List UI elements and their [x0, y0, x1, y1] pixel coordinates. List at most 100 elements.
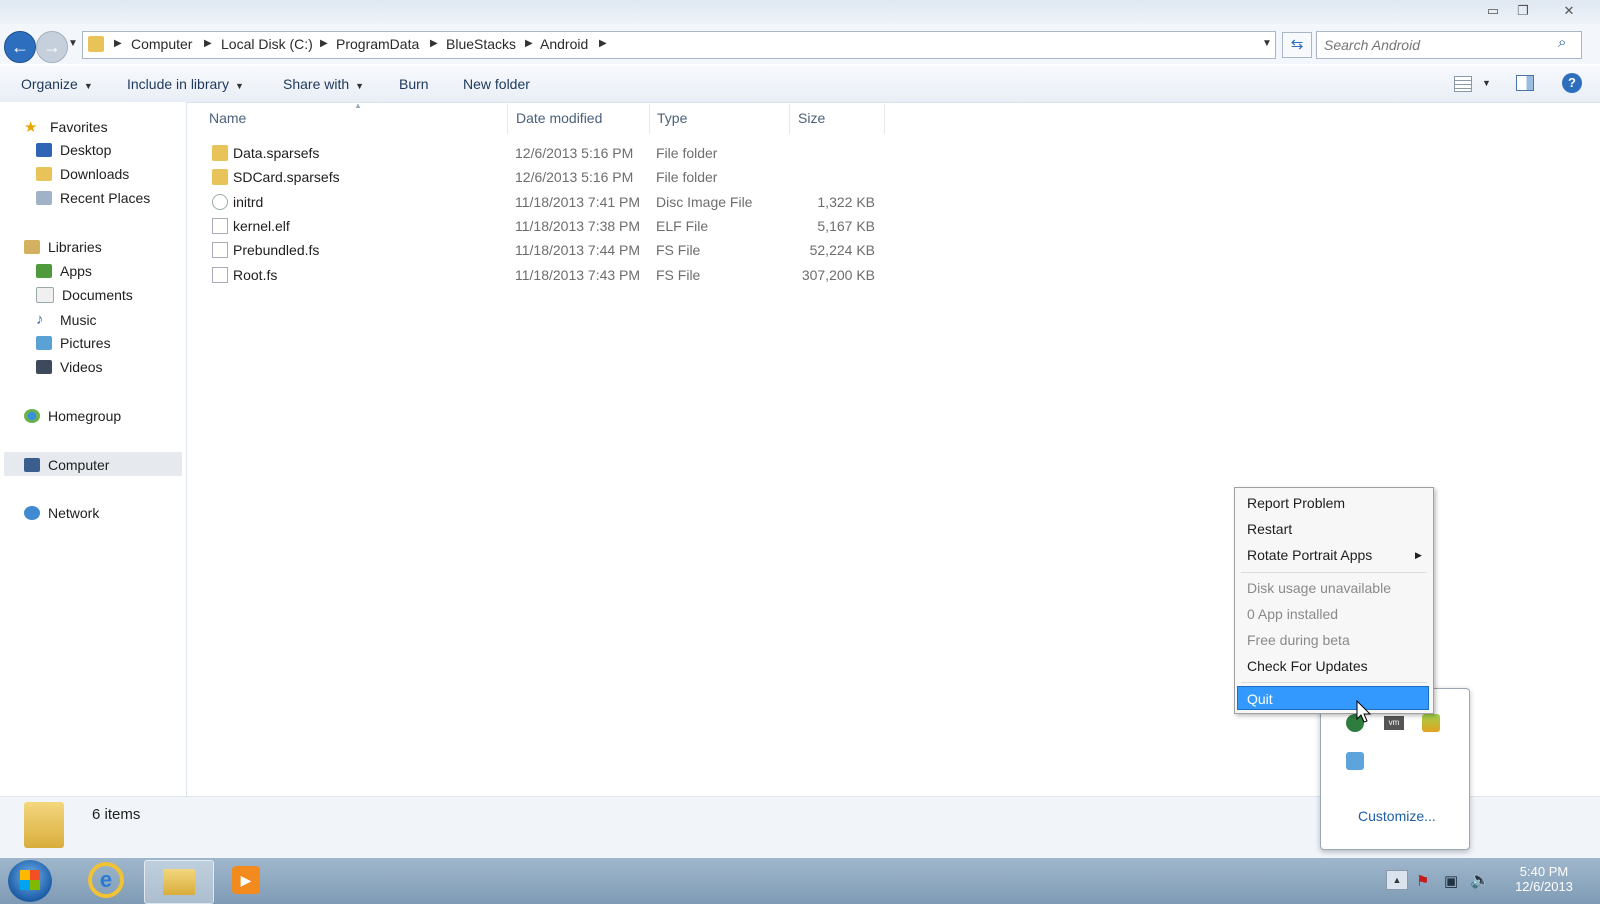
- table-row[interactable]: initrd 11/18/2013 7:41 PM Disc Image Fil…: [208, 193, 888, 215]
- nav-libraries[interactable]: Libraries: [24, 239, 102, 255]
- nav-homegroup-label: Homegroup: [48, 408, 122, 424]
- show-hidden-icons-button[interactable]: ▲: [1386, 870, 1408, 890]
- table-row[interactable]: Prebundled.fs 11/18/2013 7:44 PM FS File…: [208, 241, 888, 263]
- breadcrumb-programdata[interactable]: ProgramData: [336, 36, 419, 52]
- breadcrumb-bluestacks[interactable]: BlueStacks: [446, 36, 516, 52]
- nav-computer[interactable]: Computer: [24, 457, 109, 473]
- nav-videos[interactable]: Videos: [36, 359, 103, 375]
- bluestacks-icon[interactable]: [1422, 714, 1440, 732]
- vmware-icon[interactable]: vm: [1384, 716, 1404, 730]
- navigation-pane: [0, 102, 187, 796]
- column-header-type[interactable]: Type: [657, 110, 687, 126]
- search-icon[interactable]: ⌕: [1558, 34, 1566, 51]
- table-row[interactable]: SDCard.sparsefs 12/6/2013 5:16 PM File f…: [208, 168, 888, 190]
- breadcrumb-local-disk[interactable]: Local Disk (C:): [221, 36, 313, 52]
- taskbar-explorer-button[interactable]: [144, 860, 214, 904]
- system-clock[interactable]: 5:40 PM 12/6/2013: [1500, 864, 1588, 894]
- action-center-flag-icon[interactable]: ⚑: [1416, 872, 1429, 890]
- file-type: Disc Image File: [656, 194, 753, 210]
- nav-recent-places[interactable]: Recent Places: [36, 190, 150, 206]
- menu-item-restart[interactable]: Restart: [1247, 521, 1292, 537]
- menu-item-check-for-updates[interactable]: Check For Updates: [1247, 658, 1368, 674]
- table-row[interactable]: kernel.elf 11/18/2013 7:38 PM ELF File 5…: [208, 217, 888, 239]
- network-icon: [24, 506, 40, 520]
- breadcrumb-computer[interactable]: Computer: [131, 36, 192, 52]
- nav-favorites[interactable]: ★ Favorites: [24, 118, 108, 136]
- help-icon[interactable]: ?: [1562, 73, 1582, 93]
- close-button[interactable]: ✕: [1556, 2, 1582, 20]
- file-date: 11/18/2013 7:44 PM: [515, 242, 641, 258]
- column-header-date-modified[interactable]: Date modified: [516, 110, 602, 126]
- breadcrumb-separator-icon: ▶: [430, 38, 438, 49]
- breadcrumb-android[interactable]: Android: [540, 36, 588, 52]
- nav-documents[interactable]: Documents: [36, 287, 133, 303]
- clock-date: 12/6/2013: [1515, 879, 1573, 894]
- downloads-folder-icon: [36, 167, 52, 181]
- file-icon: [212, 218, 228, 234]
- preview-pane-icon[interactable]: [1516, 75, 1534, 91]
- sort-indicator-icon: ▲: [354, 101, 362, 110]
- include-in-library-button[interactable]: Include in library ▼: [127, 76, 244, 92]
- column-header-name[interactable]: Name: [209, 110, 246, 126]
- refresh-button[interactable]: ⇆: [1282, 32, 1312, 58]
- file-icon: [212, 267, 228, 283]
- nav-desktop-label: Desktop: [60, 142, 112, 158]
- recent-pages-dropdown[interactable]: ▼: [68, 38, 78, 49]
- view-dropdown[interactable]: ▼: [1482, 78, 1491, 88]
- volume-icon[interactable]: 🔈: [1470, 870, 1490, 890]
- nav-desktop[interactable]: Desktop: [36, 142, 111, 158]
- new-folder-button[interactable]: New folder: [463, 76, 530, 92]
- nav-network[interactable]: Network: [24, 505, 99, 521]
- address-history-dropdown[interactable]: ▼: [1262, 38, 1272, 49]
- view-options-icon[interactable]: [1454, 76, 1472, 92]
- share-with-button[interactable]: Share with ▼: [283, 76, 364, 92]
- column-divider[interactable]: [649, 104, 650, 134]
- organize-button[interactable]: Organize ▼: [21, 76, 93, 92]
- network-status-icon[interactable]: ▣: [1444, 872, 1458, 890]
- tray-app-icon[interactable]: [1346, 752, 1364, 770]
- maximize-button[interactable]: ❐: [1510, 2, 1536, 20]
- file-date: 11/18/2013 7:43 PM: [515, 267, 641, 283]
- context-menu: Report Problem Restart Rotate Portrait A…: [1234, 487, 1434, 714]
- menu-item-rotate-portrait-apps[interactable]: Rotate Portrait Apps: [1247, 547, 1372, 563]
- music-note-icon: ♪: [36, 311, 44, 328]
- file-date: 11/18/2013 7:38 PM: [515, 218, 641, 234]
- nav-apps[interactable]: Apps: [36, 263, 92, 279]
- nav-documents-label: Documents: [62, 287, 133, 303]
- recent-places-icon: [36, 191, 52, 205]
- menu-item-report-problem[interactable]: Report Problem: [1247, 495, 1345, 511]
- start-button[interactable]: [8, 860, 52, 902]
- menu-item-quit[interactable]: Quit: [1247, 691, 1273, 707]
- folder-icon: [88, 36, 104, 52]
- file-name: Data.sparsefs: [233, 145, 320, 161]
- nav-homegroup[interactable]: Homegroup: [24, 408, 121, 424]
- table-row[interactable]: Data.sparsefs 12/6/2013 5:16 PM File fol…: [208, 144, 888, 166]
- search-input[interactable]: [1322, 34, 1556, 56]
- nav-network-label: Network: [48, 505, 100, 521]
- nav-downloads[interactable]: Downloads: [36, 166, 129, 182]
- nav-pictures[interactable]: Pictures: [36, 335, 111, 351]
- apps-icon: [36, 264, 52, 278]
- internet-explorer-icon[interactable]: e: [88, 862, 124, 898]
- back-button[interactable]: ←: [4, 31, 36, 63]
- customize-link[interactable]: Customize...: [1358, 808, 1436, 824]
- nav-favorites-label: Favorites: [50, 119, 108, 135]
- media-player-icon[interactable]: ▶: [232, 866, 260, 894]
- file-name: kernel.elf: [233, 218, 290, 234]
- file-type: File folder: [656, 169, 718, 185]
- burn-button[interactable]: Burn: [399, 76, 429, 92]
- nav-music[interactable]: ♪ Music: [36, 311, 97, 328]
- minimize-button[interactable]: ▭: [1480, 2, 1506, 20]
- column-divider[interactable]: [884, 104, 885, 134]
- column-header-size[interactable]: Size: [798, 110, 825, 126]
- windows-logo-icon: [20, 870, 40, 890]
- menu-separator: [1241, 682, 1427, 683]
- include-in-library-label: Include in library: [127, 76, 229, 92]
- file-name: SDCard.sparsefs: [233, 169, 340, 185]
- column-divider[interactable]: [507, 104, 508, 134]
- nav-recent-places-label: Recent Places: [60, 190, 151, 206]
- table-row[interactable]: Root.fs 11/18/2013 7:43 PM FS File 307,2…: [208, 266, 888, 288]
- column-divider[interactable]: [789, 104, 790, 134]
- menu-item-disk-usage: Disk usage unavailable: [1247, 580, 1391, 596]
- forward-button[interactable]: →: [36, 31, 68, 63]
